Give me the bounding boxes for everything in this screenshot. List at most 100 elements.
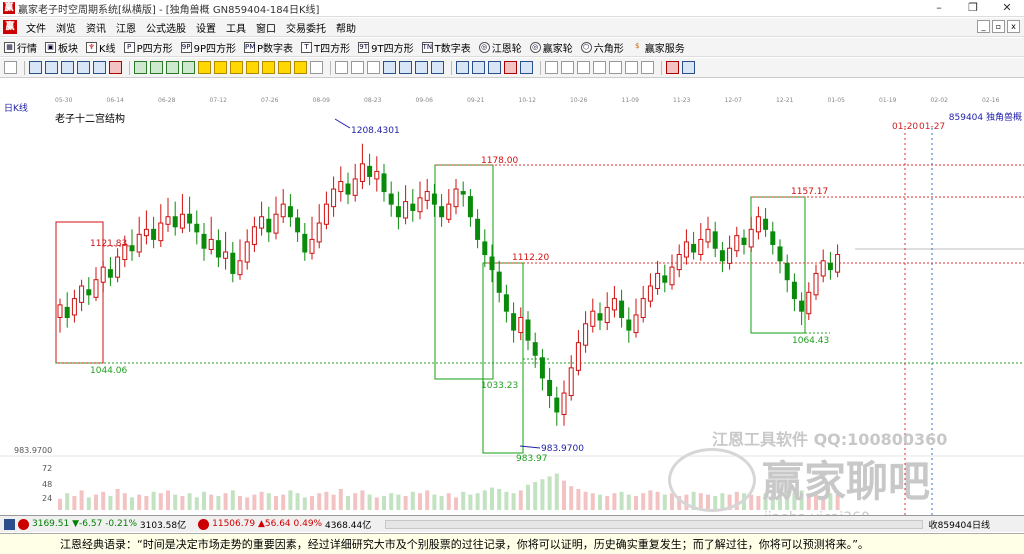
candle-body — [489, 256, 495, 271]
print-icon[interactable] — [472, 61, 485, 74]
hexagon-button[interactable]: ⬡ 六角形 — [577, 40, 628, 55]
minimize-button[interactable]: – — [922, 0, 956, 17]
separator — [129, 60, 130, 75]
9t-square-button[interactable]: 9T 9T四方形 — [354, 40, 417, 55]
candle-body — [215, 240, 221, 258]
line-draw-icon[interactable] — [367, 61, 380, 74]
zoom-tool-icon[interactable] — [29, 61, 42, 74]
horizontal-scrollbar[interactable] — [385, 519, 923, 529]
candle-body — [597, 313, 603, 321]
p-square-button[interactable]: P P四方形 — [120, 40, 177, 55]
candle-body — [439, 206, 445, 218]
p-number-table-button[interactable]: PM P数字表 — [240, 40, 297, 55]
menu-window[interactable]: 窗口 — [251, 20, 281, 35]
indicator-1-icon[interactable] — [545, 61, 558, 74]
copy-icon[interactable] — [488, 61, 501, 74]
save-icon[interactable] — [456, 61, 469, 74]
gann-tool-7-icon[interactable] — [294, 61, 307, 74]
label-low: 983.97 — [516, 454, 548, 464]
gann-tool-4-icon[interactable] — [246, 61, 259, 74]
close-button[interactable]: ✕ — [990, 0, 1024, 17]
line-type-icon[interactable] — [77, 61, 90, 74]
candle-body — [287, 206, 293, 218]
t-square-button[interactable]: T T四方形 — [297, 40, 354, 55]
menu-formula[interactable]: 公式选股 — [141, 20, 191, 35]
volume-bar — [180, 496, 185, 510]
fan-draw-icon[interactable] — [399, 61, 412, 74]
mdi-restore-button[interactable]: ▫ — [992, 20, 1005, 33]
t-number-table-button[interactable]: TN T数字表 — [418, 40, 475, 55]
gann-tool-1-icon[interactable] — [198, 61, 211, 74]
candle-body — [554, 397, 560, 413]
text-draw-icon[interactable] — [415, 61, 428, 74]
candle-body — [827, 262, 833, 271]
sectors-button[interactable]: ▣ 板块 — [41, 40, 82, 55]
volume-bar — [454, 497, 458, 510]
candle-body — [57, 304, 63, 318]
candle-body — [799, 300, 805, 312]
gann-wheel-button[interactable]: ◎ 江恩轮 — [475, 40, 526, 55]
menu-info[interactable]: 资讯 — [81, 20, 111, 35]
indicator-2-icon[interactable] — [561, 61, 574, 74]
gann-tool-2-icon[interactable] — [214, 61, 227, 74]
indicator-3-icon[interactable] — [577, 61, 590, 74]
index1-segment[interactable]: 3169.51 ▼-6.57 -0.21% 3103.58亿 — [4, 518, 186, 531]
candle-body — [338, 180, 344, 193]
delete-icon[interactable] — [504, 61, 517, 74]
volume-bar — [151, 491, 156, 510]
kline-type-icon[interactable] — [45, 61, 58, 74]
menu-file[interactable]: 文件 — [21, 20, 51, 35]
grid-tool-icon[interactable] — [310, 61, 323, 74]
color-icon[interactable] — [109, 61, 122, 74]
hand-tool-icon[interactable] — [335, 61, 348, 74]
candle-body — [669, 266, 675, 286]
mdi-minimize-button[interactable]: _ — [977, 20, 990, 33]
kline-button[interactable]: ♆ K线 — [82, 40, 120, 55]
first-bar-icon[interactable] — [134, 61, 147, 74]
winner-service-button[interactable]: $ 赢家服务 — [628, 40, 689, 55]
index2-segment[interactable]: 11506.79 ▲56.64 0.49% 4368.44亿 — [198, 518, 371, 531]
quotes-button[interactable]: ▦ 行情 — [0, 40, 41, 55]
candle-body — [309, 238, 315, 254]
volume-bar — [468, 494, 473, 510]
refresh-icon[interactable] — [520, 61, 533, 74]
next-bar-icon[interactable] — [166, 61, 179, 74]
label-left-low: 983.9700 — [14, 446, 52, 455]
winner-wheel-button[interactable]: ◎ 赢家轮 — [526, 40, 577, 55]
mdi-close-button[interactable]: x — [1007, 20, 1020, 33]
prev-bar-icon[interactable] — [150, 61, 163, 74]
crosshair-tool-icon[interactable] — [351, 61, 364, 74]
indicator-4-icon[interactable] — [593, 61, 606, 74]
menu-browse[interactable]: 浏览 — [51, 20, 81, 35]
channel-draw-icon[interactable] — [383, 61, 396, 74]
menu-gann[interactable]: 江恩 — [111, 20, 141, 35]
candle-body — [86, 289, 92, 296]
indicator-5-icon[interactable] — [609, 61, 622, 74]
9p-square-button[interactable]: 9P 9P四方形 — [177, 40, 240, 55]
record-icon[interactable] — [666, 61, 679, 74]
gann-tool-5-icon[interactable] — [262, 61, 275, 74]
volume-bar — [338, 489, 343, 510]
candle-body — [381, 173, 387, 193]
menu-tools[interactable]: 工具 — [221, 20, 251, 35]
menu-help[interactable]: 帮助 — [331, 20, 361, 35]
layout-tool-icon[interactable] — [4, 61, 17, 74]
indicator-7-icon[interactable] — [641, 61, 654, 74]
scale-icon[interactable] — [93, 61, 106, 74]
maximize-button[interactable]: ❐ — [956, 0, 990, 17]
box-draw-icon[interactable] — [431, 61, 444, 74]
bar-type-icon[interactable] — [61, 61, 74, 74]
candle-body — [129, 245, 135, 252]
last-bar-icon[interactable] — [182, 61, 195, 74]
volume-bar — [324, 491, 329, 510]
indicator-6-icon[interactable] — [625, 61, 638, 74]
candle-body — [482, 241, 488, 256]
high-marker-line — [334, 118, 351, 129]
volume-bar — [137, 494, 142, 510]
infinity-icon[interactable] — [682, 61, 695, 74]
p-number-table-icon: PM — [244, 41, 256, 53]
gann-tool-3-icon[interactable] — [230, 61, 243, 74]
gann-tool-6-icon[interactable] — [278, 61, 291, 74]
menu-trade[interactable]: 交易委托 — [281, 20, 331, 35]
menu-settings[interactable]: 设置 — [191, 20, 221, 35]
